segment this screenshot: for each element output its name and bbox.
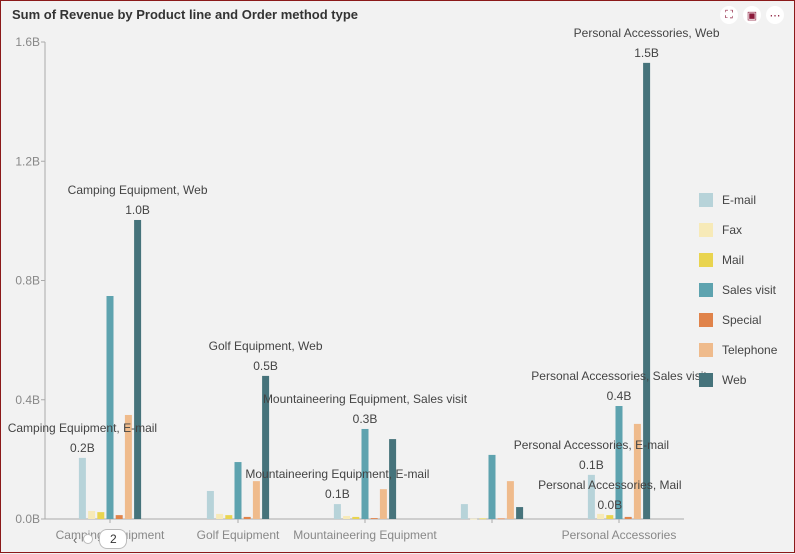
data-label-value: 0.5B [253, 359, 278, 373]
bar [470, 518, 478, 520]
data-label-title: Personal Accessories, Web [574, 26, 720, 40]
prev-page-icon[interactable]: ‹ [73, 532, 77, 547]
bar [97, 512, 105, 519]
x-tick-label: Mountaineering Equipment [293, 528, 437, 542]
bar [252, 481, 260, 519]
bar [106, 296, 114, 519]
data-label-value: 0.2B [70, 441, 95, 455]
legend-swatch [699, 283, 713, 297]
legend-swatch [699, 253, 713, 267]
data-label-title: Mountaineering Equipment, E-mail [245, 467, 429, 481]
legend-swatch [699, 343, 713, 357]
bar [352, 516, 360, 519]
bar [597, 513, 605, 519]
data-label-value: 0.4B [607, 389, 632, 403]
data-label-title: Golf Equipment, Web [209, 339, 323, 353]
data-label-value: 1.0B [125, 203, 150, 217]
bar [115, 515, 123, 519]
bar [88, 510, 96, 519]
bar [343, 516, 351, 519]
bar [606, 515, 614, 519]
bar [370, 518, 378, 519]
data-label-value: 0.3B [353, 412, 378, 426]
data-label-value: 0.0B [597, 498, 622, 512]
legend-swatch [699, 313, 713, 327]
bar [225, 515, 233, 519]
bar [234, 462, 242, 519]
page-number[interactable]: 2 [99, 529, 128, 549]
y-tick-label: 0.4B [15, 393, 40, 407]
y-tick-label: 0.8B [15, 274, 40, 288]
y-tick-label: 1.2B [15, 154, 40, 168]
x-tick-label: Golf Equipment [197, 528, 280, 542]
legend-label: Sales visit [722, 283, 777, 297]
pager: ‹ 2 [73, 529, 128, 549]
data-label-title: Personal Accessories, Sales visit [531, 369, 707, 383]
legend-swatch [699, 223, 713, 237]
bar [460, 504, 468, 519]
legend-swatch [699, 193, 713, 207]
page-dot[interactable] [83, 534, 94, 544]
bar [488, 454, 496, 519]
x-tick-label: Personal Accessories [562, 528, 677, 542]
bar [624, 516, 632, 519]
bar [379, 489, 387, 519]
data-label-value: 0.1B [325, 487, 350, 501]
legend-label: Web [722, 373, 747, 387]
bar [479, 518, 487, 520]
data-label-value: 1.5B [634, 46, 659, 60]
data-label-value: 0.1B [579, 458, 604, 472]
data-label-title: Camping Equipment, E-mail [8, 421, 157, 435]
y-tick-label: 1.6B [15, 35, 40, 49]
bar [243, 516, 251, 519]
legend-label: Fax [722, 223, 742, 237]
bar [78, 457, 86, 519]
data-label-title: Personal Accessories, E-mail [514, 438, 669, 452]
bar [497, 518, 505, 520]
legend-label: Telephone [722, 343, 778, 357]
bar [506, 481, 514, 519]
y-tick-label: 0.0B [15, 512, 40, 526]
bar [333, 504, 341, 519]
bar [216, 513, 224, 519]
legend-label: E-mail [722, 193, 756, 207]
bar-chart: 0.0B0.4B0.8B1.2B1.6BCamping Equipment Gol… [8, 26, 778, 542]
bar [206, 490, 214, 519]
data-label-title: Personal Accessories, Mail [538, 478, 681, 492]
data-label-title: Camping Equipment, Web [68, 183, 208, 197]
legend-label: Mail [722, 253, 744, 267]
bar [516, 507, 524, 519]
legend-label: Special [722, 313, 761, 327]
chart-panel: Sum of Revenue by Product line and Order… [0, 0, 795, 553]
legend-swatch [699, 373, 713, 387]
data-label-title: Mountaineering Equipment, Sales visit [263, 392, 468, 406]
bar [134, 219, 142, 519]
